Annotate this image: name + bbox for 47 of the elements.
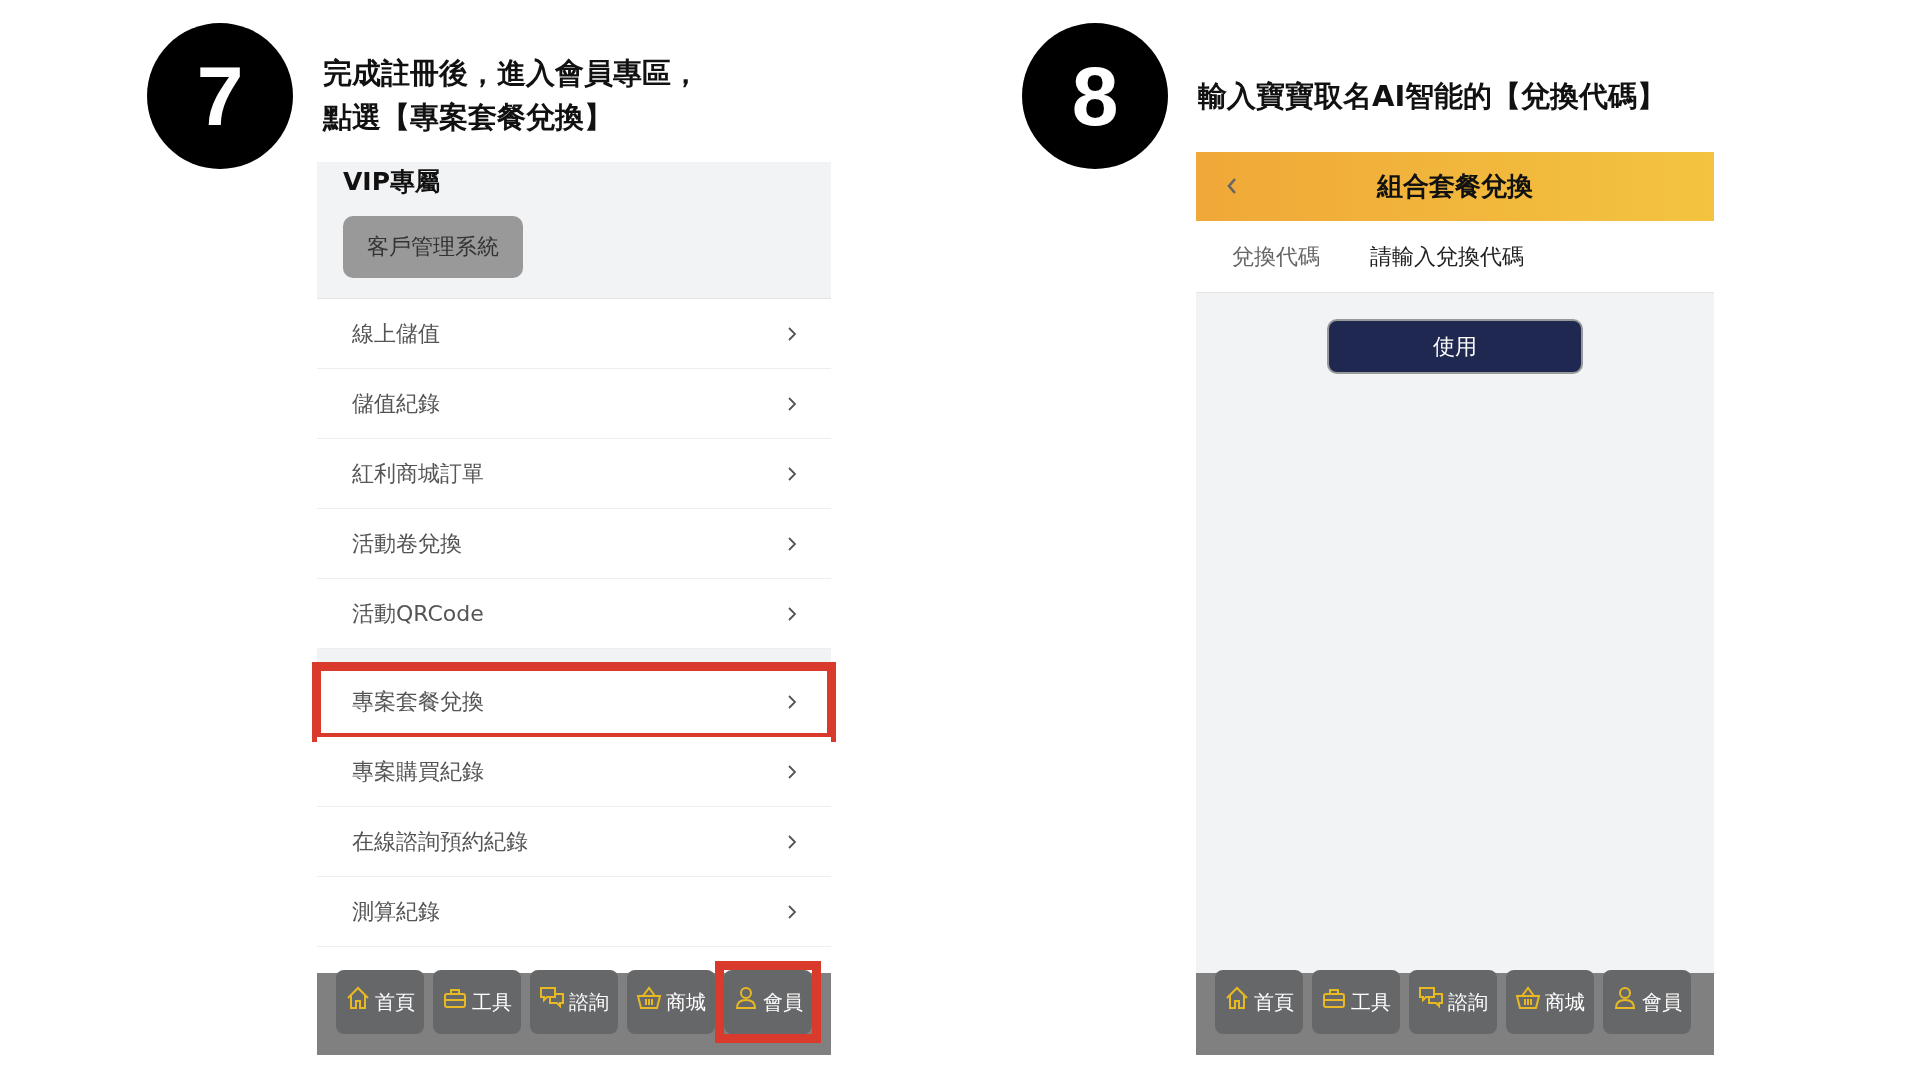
basket-icon — [1515, 985, 1541, 1011]
tab-button[interactable]: 諮詢 — [530, 970, 618, 1034]
chevron-right-icon — [787, 395, 797, 412]
tab-button[interactable]: 會員 — [724, 970, 812, 1034]
step-number: 7 — [147, 23, 293, 169]
tab-button[interactable]: 工具 — [433, 970, 521, 1034]
menu-item[interactable]: 儲值紀錄 — [317, 369, 831, 439]
crm-button[interactable]: 客戶管理系統 — [343, 216, 523, 278]
chat-bubbles-icon — [1418, 985, 1444, 1011]
chat-bubbles-icon — [539, 985, 565, 1011]
person-icon — [1612, 985, 1638, 1011]
screen-title: 組合套餐兌換 — [1377, 170, 1533, 203]
use-button[interactable]: 使用 — [1327, 319, 1583, 374]
chevron-right-icon — [787, 465, 797, 482]
tab-button[interactable]: 首頁 — [1215, 970, 1303, 1034]
tab-button[interactable]: 首頁 — [336, 970, 424, 1034]
chevron-right-icon — [787, 903, 797, 920]
menu-item[interactable]: 專案購買紀錄 — [317, 737, 831, 807]
menu-item[interactable]: 活動卷兌換 — [317, 509, 831, 579]
chevron-right-icon — [787, 325, 797, 342]
instruction-text: 點選【專案套餐兌換】 — [323, 99, 614, 136]
tab-button[interactable]: 諮詢 — [1409, 970, 1497, 1034]
step-number: 8 — [1022, 23, 1168, 169]
chevron-right-icon — [787, 535, 797, 552]
menu-item[interactable]: 紅利商城訂單 — [317, 439, 831, 509]
tab-button[interactable]: 會員 — [1603, 970, 1691, 1034]
code-input-field[interactable]: 請輸入兌換代碼 — [1368, 243, 1632, 270]
instruction-text: 完成註冊後，進入會員專區， — [323, 55, 700, 92]
section-title: VIP專屬 — [343, 166, 441, 198]
basket-icon — [636, 985, 662, 1011]
menu-item[interactable]: 在線諮詢預約紀錄 — [317, 807, 831, 877]
house-icon — [345, 985, 371, 1011]
field-label: 兌換代碼 — [1232, 242, 1320, 271]
menu-item[interactable]: 測算紀錄 — [317, 877, 831, 947]
menu-item[interactable]: 線上儲值 — [317, 299, 831, 369]
instruction-text: 輸入寶寶取名AI智能的【兌換代碼】 — [1198, 78, 1667, 115]
back-icon[interactable] — [1226, 176, 1238, 196]
chevron-right-icon — [787, 833, 797, 850]
tab-button[interactable]: 商城 — [627, 970, 715, 1034]
house-icon — [1224, 985, 1250, 1011]
chevron-right-icon — [787, 605, 797, 622]
chevron-right-icon — [787, 693, 797, 710]
person-icon — [733, 985, 759, 1011]
tab-button[interactable]: 工具 — [1312, 970, 1400, 1034]
menu-item[interactable]: 活動QRCode — [317, 579, 831, 649]
tab-button[interactable]: 商城 — [1506, 970, 1594, 1034]
chevron-right-icon — [787, 763, 797, 780]
